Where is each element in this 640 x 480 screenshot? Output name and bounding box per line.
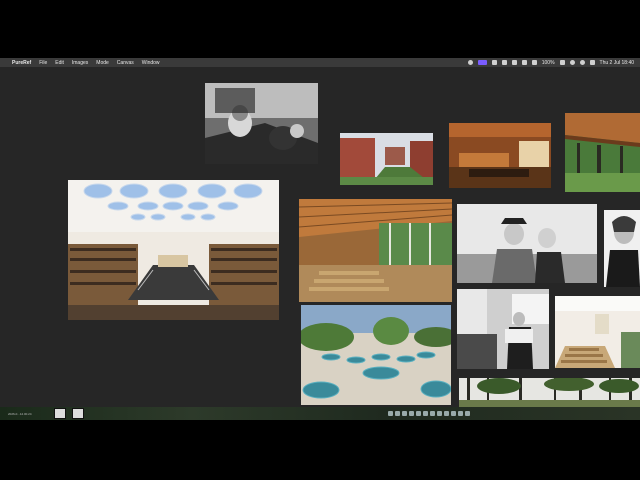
app-icon[interactable]	[444, 411, 449, 416]
dock-apps	[388, 411, 470, 416]
dock: 2026-0...12.00.24	[0, 407, 640, 420]
photo-library-skylights[interactable]	[68, 180, 279, 320]
document-icon[interactable]	[54, 408, 66, 419]
app-icon[interactable]	[402, 411, 407, 416]
finder-icon[interactable]	[388, 411, 393, 416]
screen: PureRef File Edit Images Mode Canvas Win…	[0, 58, 640, 420]
menu-images[interactable]: Images	[72, 60, 88, 66]
app-icon[interactable]	[416, 411, 421, 416]
battery-icon[interactable]	[559, 60, 565, 65]
photo-wood-interior[interactable]	[449, 123, 551, 188]
status-area: 100% Thu 2 Jul 18:40	[467, 59, 634, 66]
menu-edit[interactable]: Edit	[55, 60, 64, 66]
bw-photo-woman-portrait[interactable]	[604, 210, 640, 287]
photo-plaza-round-skylights[interactable]	[301, 305, 451, 405]
photo-forest-strip[interactable]	[459, 378, 640, 407]
file-label[interactable]: 2026-0...12.00.24	[8, 412, 48, 416]
shield-icon[interactable]	[491, 60, 497, 65]
app-icon[interactable]	[451, 411, 456, 416]
app-icon[interactable]	[430, 411, 435, 416]
clock[interactable]: Thu 2 Jul 18:40	[600, 60, 634, 66]
photo-wood-ceiling-trees[interactable]	[565, 113, 640, 192]
bw-photo-man-drawings[interactable]	[457, 289, 549, 369]
app-icon[interactable]	[465, 411, 470, 416]
bw-photo-boat[interactable]	[205, 83, 318, 164]
dropbox-icon[interactable]	[511, 60, 517, 65]
photo-brick-building[interactable]	[340, 133, 433, 185]
menu-bar: PureRef File Edit Images Mode Canvas Win…	[0, 58, 640, 67]
app-icon[interactable]	[477, 60, 487, 65]
reference-canvas[interactable]	[0, 67, 640, 407]
document-icon[interactable]	[72, 408, 84, 419]
record-icon[interactable]	[467, 60, 473, 65]
screen-icon[interactable]	[531, 60, 537, 65]
menu-file[interactable]: File	[39, 60, 47, 66]
wifi-icon[interactable]	[569, 60, 575, 65]
menu-window[interactable]: Window	[142, 60, 160, 66]
app-icon[interactable]	[395, 411, 400, 416]
app-icon[interactable]	[437, 411, 442, 416]
photo-interior-staircase[interactable]	[555, 296, 640, 368]
battery-percent: 100%	[541, 59, 555, 66]
photo-wood-hall-chairs[interactable]	[299, 199, 452, 302]
app-menu[interactable]: PureRef	[12, 60, 31, 66]
app-icon[interactable]	[409, 411, 414, 416]
app-icon[interactable]	[458, 411, 463, 416]
search-icon[interactable]	[579, 60, 585, 65]
menu-mode[interactable]: Mode	[96, 60, 109, 66]
messages-icon[interactable]	[521, 60, 527, 65]
control-center-icon[interactable]	[589, 60, 595, 65]
bw-photo-couple-hat[interactable]	[457, 204, 597, 283]
app-icon[interactable]	[423, 411, 428, 416]
menu-canvas[interactable]: Canvas	[117, 60, 134, 66]
drive-icon[interactable]	[501, 60, 507, 65]
